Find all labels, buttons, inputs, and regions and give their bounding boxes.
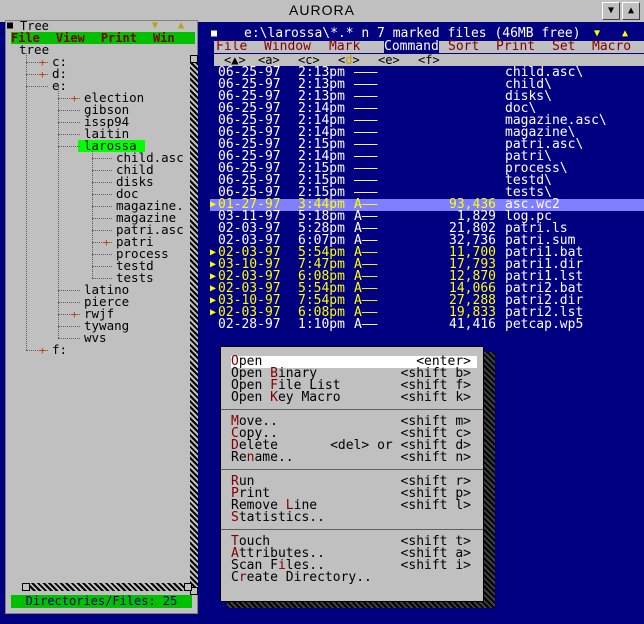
sort-key-label: d	[345, 53, 353, 67]
mark-icon: ▶	[210, 271, 217, 282]
maximize-button[interactable]: ▲	[622, 2, 640, 20]
menu-item-shortcut: <shift n>	[400, 450, 471, 465]
mark-icon: ▶	[210, 307, 217, 318]
tree-connector	[58, 110, 80, 111]
expand-icon[interactable]: +	[71, 309, 78, 320]
file-time: 1:10pm	[298, 317, 345, 332]
tree-connector	[92, 230, 112, 231]
expand-icon[interactable]: +	[39, 69, 46, 80]
file-row[interactable]: 02-28-97 1:10pm A—— 41,416 petcap.wp5	[210, 317, 644, 332]
command-popup-menu: Open <enter> Open Binary <shift b> Open File…	[220, 346, 484, 602]
tree-vertical-scrollbar[interactable]	[190, 55, 198, 595]
tree-status: Directories/Files: 25	[11, 595, 192, 608]
menu-item-shortcut: <shift l>	[400, 498, 471, 513]
scroll-up-arrow[interactable]	[190, 55, 198, 63]
menu-item-shortcut: <shift k>	[400, 390, 471, 405]
menu-separator	[221, 529, 483, 530]
scroll-right-arrow[interactable]	[184, 583, 192, 591]
menu-item-rename[interactable]: Rename.. <shift n>	[231, 450, 477, 465]
file-panel: ■ e:\larossa\*.* n 7 marked files (46MB …	[210, 27, 644, 332]
mark-icon: ▶	[210, 259, 217, 270]
tree-guide-line	[26, 53, 27, 350]
menu-item-label: Statistics..	[231, 510, 325, 525]
file-menu-window[interactable]: Window	[264, 40, 311, 53]
tree-item-f[interactable]: f:	[52, 343, 67, 356]
tree-connector	[92, 254, 112, 255]
triangle-down-icon: ▼	[607, 5, 615, 16]
tree-guide-line	[58, 86, 59, 338]
tree-connector	[58, 122, 80, 123]
tree-root[interactable]: tree	[19, 43, 49, 56]
tree-menu-view[interactable]: View	[56, 32, 85, 44]
tree-item-wvs[interactable]: wvs	[84, 331, 107, 344]
menu-item-label: Rename..	[231, 450, 294, 465]
mark-icon: ▶	[210, 295, 217, 306]
sort-key-e[interactable]: <e>	[378, 54, 400, 66]
tree-header: ■ Tree ▼ ▲	[6, 19, 197, 33]
tree-connector	[92, 170, 112, 171]
system-menu-icon[interactable]: ■	[7, 20, 13, 31]
tree-menu-print[interactable]: Print	[101, 32, 137, 44]
window-title: AURORA	[289, 2, 355, 18]
tree-connector	[92, 266, 112, 267]
expand-icon[interactable]: +	[103, 237, 110, 248]
menu-item-statistics[interactable]: Statistics..	[231, 510, 477, 525]
menu-item-shortcut: <shift i>	[400, 558, 471, 573]
tree-connector	[92, 158, 112, 159]
file-menu-print[interactable]: Print	[496, 40, 535, 53]
expand-icon[interactable]: +	[39, 57, 46, 68]
tree-menu-win[interactable]: Win	[153, 32, 175, 44]
tree-connector	[92, 194, 112, 195]
tree-connector	[58, 338, 80, 339]
file-name: petcap.wp5	[505, 317, 584, 332]
mark-icon: ▶	[210, 247, 217, 258]
tree-connector	[92, 182, 112, 183]
sort-key-label: f	[425, 53, 433, 67]
file-date: 02-28-97	[218, 317, 281, 332]
file-menu-file[interactable]: File	[216, 40, 247, 53]
expand-icon[interactable]: +	[39, 345, 46, 356]
expand-icon[interactable]: +	[71, 93, 78, 104]
tree-connector	[58, 290, 80, 291]
file-attributes: A——	[354, 317, 378, 332]
triangle-down-icon[interactable]: ▼	[152, 20, 158, 31]
menu-item-label: Create Directory..	[231, 570, 372, 585]
tree-connector	[58, 326, 80, 327]
tree-connector	[92, 206, 112, 207]
sort-key-label: e	[385, 53, 393, 67]
file-menu-command[interactable]: Command	[384, 40, 439, 53]
tree-item-e[interactable]: e:	[52, 79, 67, 92]
tree-connector	[58, 134, 80, 135]
file-menu-bar: File Window Mark Command Sort Print Set Macro	[214, 40, 644, 53]
mark-icon: ▶	[210, 199, 217, 210]
triangle-up-icon: ▲	[627, 5, 635, 16]
minimize-button[interactable]: ▼	[602, 2, 620, 20]
menu-item-label: Open Key Macro	[231, 390, 341, 405]
tree-guide-line	[92, 146, 93, 278]
menu-item-createdirectory[interactable]: Create Directory..	[231, 570, 477, 585]
mark-icon: ▶	[210, 283, 217, 294]
menu-separator	[221, 469, 483, 470]
tree-connector	[58, 302, 80, 303]
menu-item-openkeymacro[interactable]: Open Key Macro <shift k>	[231, 390, 477, 405]
tree-connector	[92, 278, 112, 279]
tree-horizontal-scrollbar[interactable]	[22, 583, 192, 591]
tree-connector	[26, 86, 48, 87]
file-menu-sort[interactable]: Sort	[448, 40, 479, 53]
scroll-left-arrow[interactable]	[22, 583, 30, 591]
sort-key-f[interactable]: <f>	[418, 54, 440, 66]
triangle-up-icon[interactable]: ▲	[178, 20, 184, 31]
tree-panel: ■ Tree ▼ ▲ File View Print Win tree c: + d: + e:…	[5, 19, 198, 614]
file-menu-macro[interactable]: Macro	[592, 40, 631, 53]
menu-separator	[221, 409, 483, 410]
client-area: ■ Tree ▼ ▲ File View Print Win tree c: + d: + e:…	[0, 19, 644, 624]
file-size: 41,416	[449, 317, 496, 332]
file-menu-set[interactable]: Set	[552, 40, 575, 53]
file-menu-mark[interactable]: Mark	[329, 40, 360, 53]
tree-title: Tree	[20, 19, 49, 33]
tree-connector	[92, 218, 112, 219]
tree-connector	[58, 146, 80, 147]
